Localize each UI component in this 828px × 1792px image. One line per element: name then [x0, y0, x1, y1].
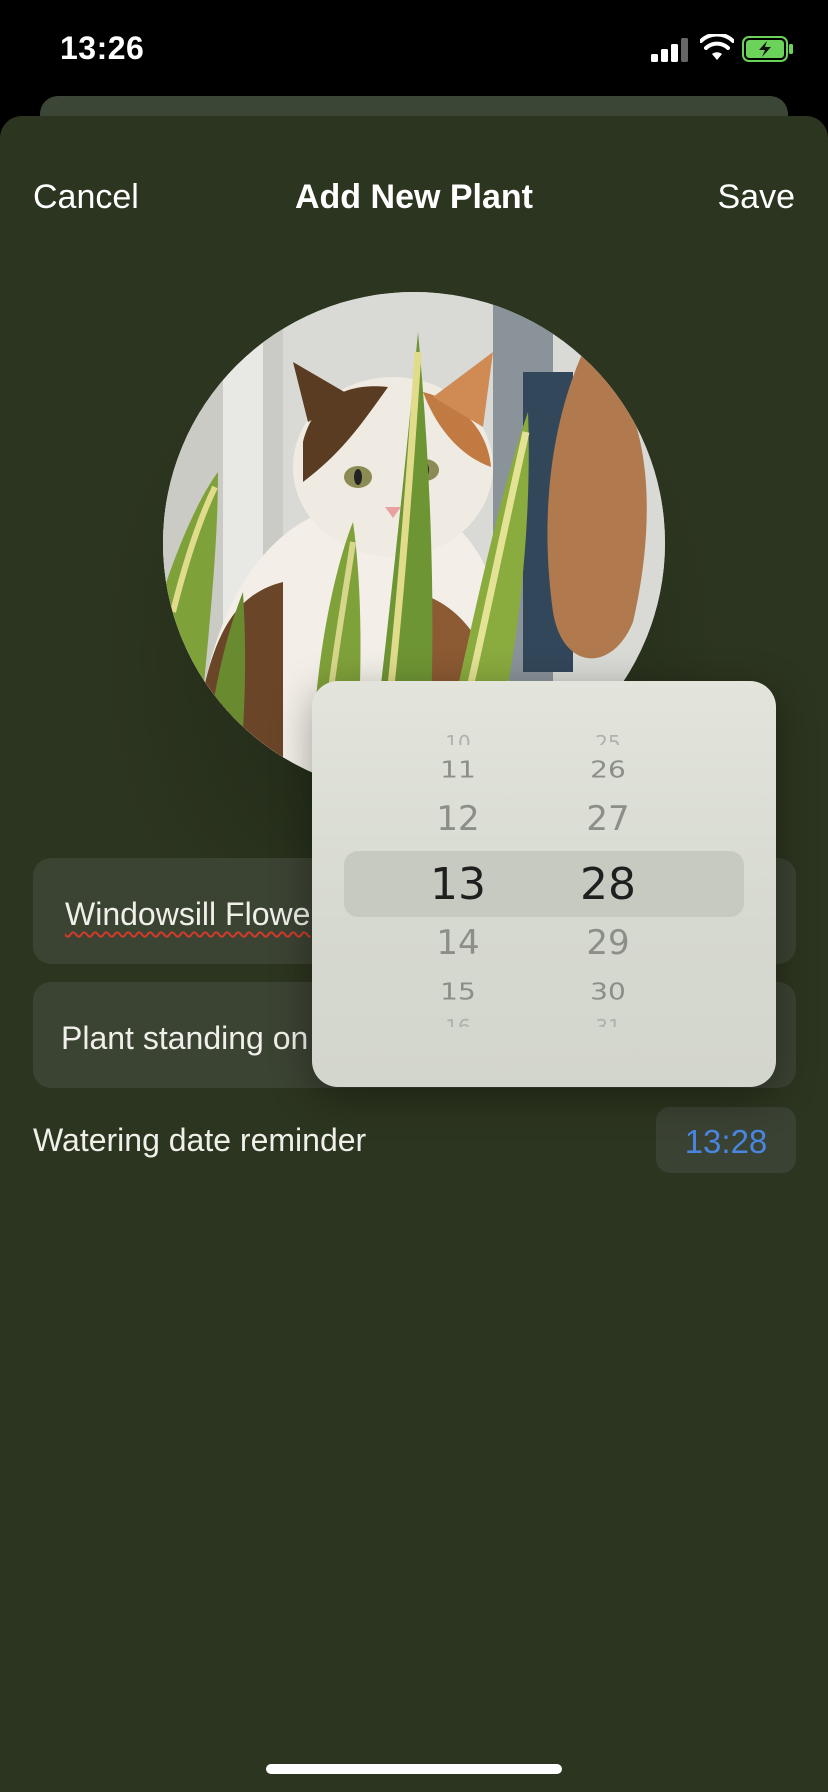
minute-option[interactable]: 26 — [548, 756, 668, 783]
plant-name-value: Windowsill Flowe — [65, 896, 311, 932]
cancel-button[interactable]: Cancel — [33, 178, 139, 217]
save-button[interactable]: Save — [718, 178, 796, 217]
minute-option[interactable]: 27 — [548, 799, 668, 839]
minute-wheel[interactable]: 25 26 27 28 29 30 31 — [548, 681, 668, 1087]
time-picker-popover[interactable]: 10 11 12 13 14 15 16 25 26 27 28 29 30 3… — [312, 681, 776, 1087]
minute-option[interactable]: 25 — [548, 731, 668, 745]
home-indicator[interactable] — [266, 1764, 562, 1774]
reminder-time-button[interactable]: 13:28 — [656, 1107, 796, 1173]
minute-option-selected[interactable]: 28 — [548, 859, 668, 910]
minute-option[interactable]: 29 — [548, 923, 668, 963]
hour-option[interactable]: 12 — [398, 799, 518, 839]
minute-option[interactable]: 30 — [548, 978, 668, 1005]
status-time: 13:26 — [60, 30, 145, 66]
status-bar: 13:26 — [0, 0, 828, 96]
plant-description-value: Plant standing on — [61, 1020, 309, 1056]
wifi-icon — [700, 34, 734, 60]
battery-charging-icon — [742, 36, 793, 62]
reminder-time-value: 13:28 — [684, 1123, 768, 1160]
hour-option[interactable]: 10 — [398, 731, 518, 745]
hour-option-selected[interactable]: 13 — [398, 859, 518, 910]
signal-icon — [651, 38, 688, 62]
hour-option[interactable]: 16 — [398, 1015, 518, 1027]
hour-option[interactable]: 15 — [398, 978, 518, 1005]
hour-option[interactable]: 14 — [398, 923, 518, 963]
hour-wheel[interactable]: 10 11 12 13 14 15 16 — [398, 681, 518, 1087]
minute-option[interactable]: 31 — [548, 1015, 668, 1027]
watering-reminder-label: Watering date reminder — [33, 1122, 367, 1158]
hour-option[interactable]: 11 — [398, 756, 518, 783]
